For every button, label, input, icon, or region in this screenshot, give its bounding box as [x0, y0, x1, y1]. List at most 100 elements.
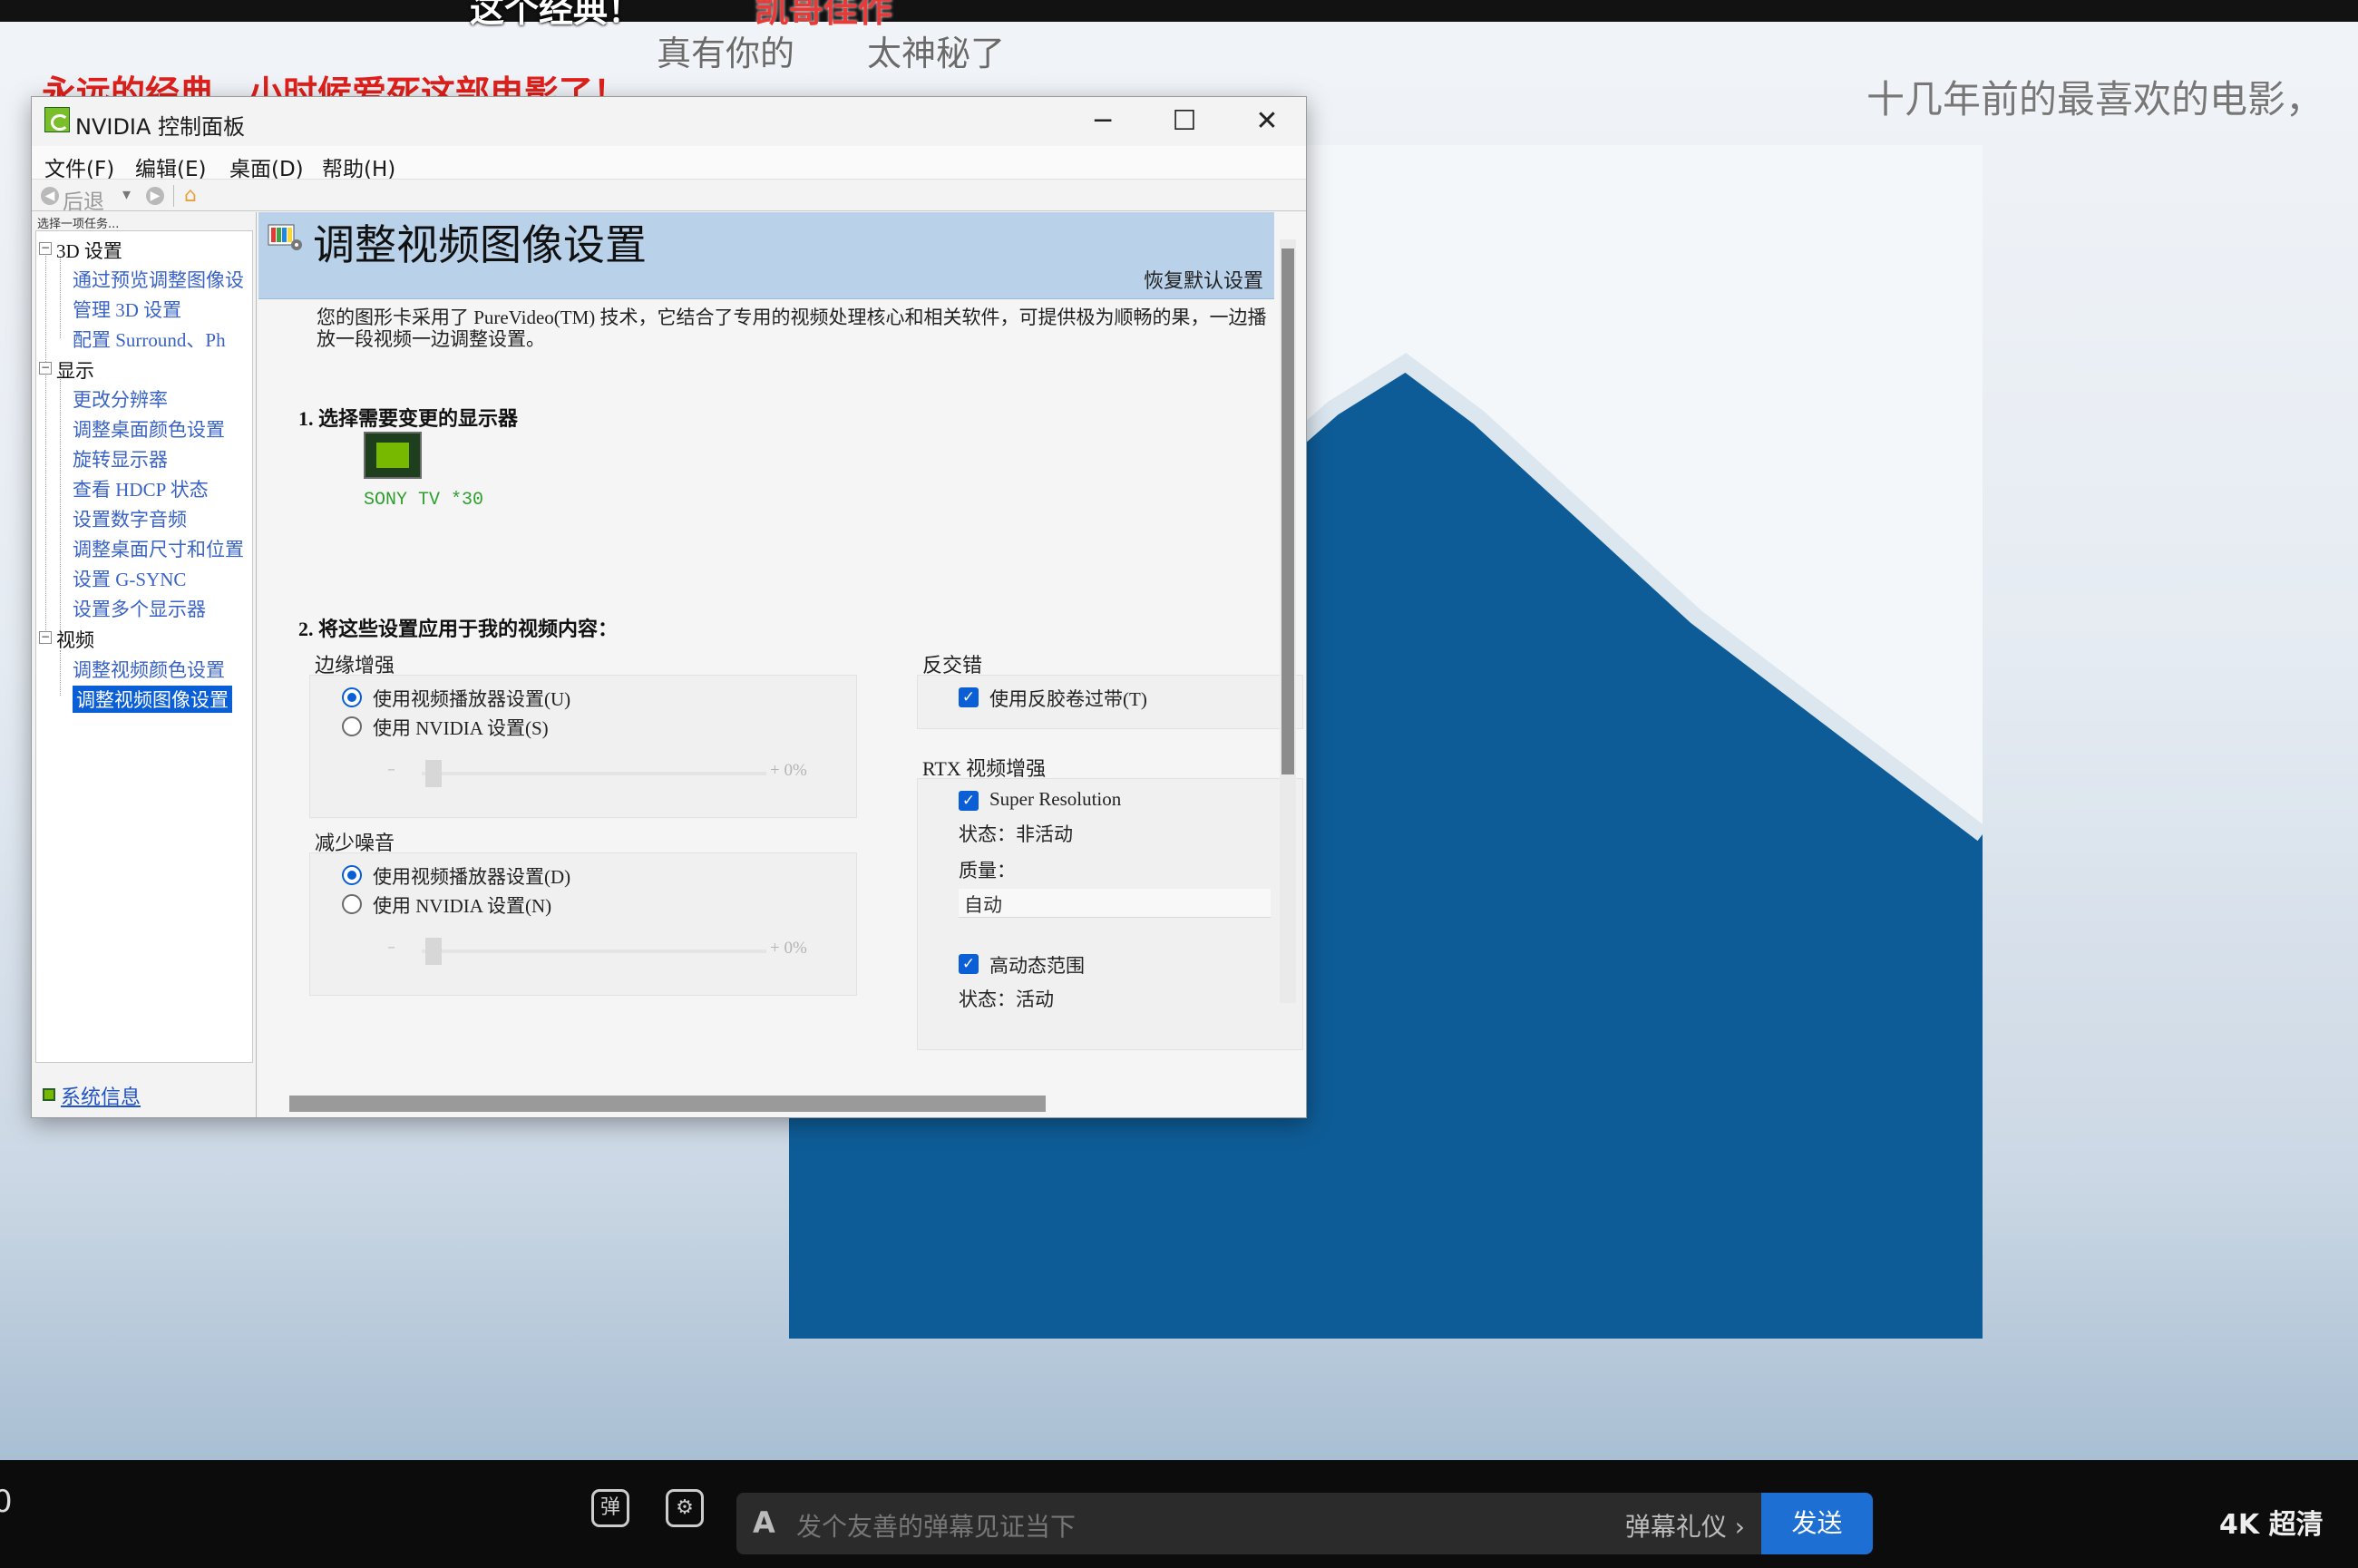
section-select-display: 1. 选择需要变更的显示器: [298, 407, 519, 430]
send-button[interactable]: 发送: [1761, 1493, 1873, 1554]
tree-category-video[interactable]: 视频: [56, 626, 94, 653]
tree-category-3d[interactable]: 3D 设置: [56, 237, 122, 264]
super-resolution-checkbox[interactable]: ✓: [959, 791, 979, 811]
noise-nvidia-radio[interactable]: [342, 894, 362, 914]
edge-player-radio[interactable]: [342, 687, 362, 707]
menu-edit[interactable]: 编辑(E): [135, 151, 206, 182]
display-monitor-icon[interactable]: [364, 432, 422, 479]
menu-help[interactable]: 帮助(H): [322, 151, 395, 182]
noise-player-radio[interactable]: [342, 865, 362, 885]
tree-connector: [60, 376, 61, 639]
video-settings-icon: [268, 224, 302, 250]
page-title: 调整视频图像设置: [313, 222, 647, 268]
noise-slider-thumb[interactable]: [425, 938, 442, 965]
tree-connector: [60, 257, 61, 338]
inverse-telecine-checkbox[interactable]: ✓: [959, 687, 979, 707]
inverse-telecine-option[interactable]: 使用反胶卷过带(T): [989, 685, 1147, 712]
tree-item-multi-display[interactable]: 设置多个显示器: [73, 595, 206, 622]
noise-player-option[interactable]: 使用视频播放器设置(D): [373, 862, 570, 890]
tree-item-hdcp[interactable]: 查看 HDCP 状态: [73, 475, 209, 502]
danmaku-input-placeholder: 发个友善的弹幕见证当下: [796, 1512, 1077, 1542]
super-resolution-status: 状态：非活动: [959, 823, 1073, 845]
section-apply-settings: 2. 将这些设置应用于我的视频内容：: [298, 618, 619, 640]
horizontal-scroll-thumb[interactable]: [289, 1096, 1046, 1112]
tree-item-video-image[interactable]: 调整视频图像设置: [73, 686, 232, 713]
display-name-label[interactable]: SONY TV *30: [364, 490, 483, 511]
tree-item-desktop-size[interactable]: 调整桌面尺寸和位置: [73, 535, 244, 562]
danmaku-comment: 十几年前的最喜欢的电影，: [1866, 77, 2324, 122]
hdr-option[interactable]: 高动态范围: [989, 951, 1085, 979]
player-control-bar: 0 弹 ⚙ A 发个友善的弹幕见证当下 弹幕礼仪 › 发送 4K 超清: [0, 1460, 2358, 1568]
noise-slider-value: + 0%: [770, 939, 807, 958]
super-resolution-option[interactable]: Super Resolution: [989, 788, 1121, 811]
toolbar: ◀ 后退 ▾ ▶ ⌂: [32, 179, 1306, 214]
back-button[interactable]: 后退: [63, 184, 104, 215]
forward-arrow-icon[interactable]: ▶: [146, 187, 164, 205]
hdr-checkbox[interactable]: ✓: [959, 954, 979, 974]
quality-dropdown[interactable]: 自动: [959, 889, 1271, 918]
edge-nvidia-radio[interactable]: [342, 716, 362, 736]
minimize-button[interactable]: ─: [1063, 97, 1143, 146]
danmaku-comment: 真有你的: [657, 34, 795, 73]
window-title: NVIDIA 控制面板: [75, 114, 246, 140]
edge-slider-value: + 0%: [770, 761, 807, 780]
tree-category-display[interactable]: 显示: [56, 356, 94, 384]
tree-connector: [60, 650, 61, 696]
edge-player-option[interactable]: 使用视频播放器设置(U): [373, 685, 570, 712]
time-fragment: 0: [0, 1484, 13, 1520]
hdr-status: 状态：活动: [959, 989, 1054, 1010]
tree-item-resolution[interactable]: 更改分辨率: [73, 385, 168, 413]
tree-item-rotate[interactable]: 旋转显示器: [73, 445, 168, 472]
title-bar[interactable]: NVIDIA 控制面板 ─ ☐ ✕: [32, 97, 1306, 146]
quality-selector[interactable]: 4K 超清: [2219, 1502, 2324, 1542]
quality-label: 质量：: [959, 860, 1016, 881]
tree-item-desktop-color[interactable]: 调整桌面颜色设置: [73, 415, 225, 443]
page-header: 调整视频图像设置 恢复默认设置: [258, 212, 1274, 299]
edge-slider-track[interactable]: [422, 772, 766, 775]
noise-nvidia-option[interactable]: 使用 NVIDIA 设置(N): [373, 891, 551, 919]
menu-file[interactable]: 文件(F): [44, 151, 114, 182]
tree-item-manage-3d[interactable]: 管理 3D 设置: [73, 296, 181, 323]
task-pane-label: 选择一项任务...: [37, 218, 120, 231]
system-info-link[interactable]: 系统信息: [61, 1081, 141, 1110]
tree-item-gsync[interactable]: 设置 G-SYNC: [73, 565, 186, 592]
top-letterbox: [0, 0, 2358, 22]
edge-slider-min: –: [387, 760, 395, 779]
collapse-display-icon[interactable]: −: [39, 362, 52, 375]
task-navigation-pane: 选择一项任务... − 3D 设置 通过预览调整图像设 管理 3D 设置 配置 …: [32, 212, 257, 1117]
content-pane: 调整视频图像设置 恢复默认设置 您的图形卡采用了 PureVideo(TM) 技…: [258, 212, 1306, 1117]
task-tree: − 3D 设置 通过预览调整图像设 管理 3D 设置 配置 Surround、P…: [35, 230, 253, 1063]
tree-item-video-color[interactable]: 调整视频颜色设置: [73, 656, 225, 683]
noise-slider-track[interactable]: [422, 950, 766, 953]
nvidia-control-panel-window: NVIDIA 控制面板 ─ ☐ ✕ 文件(F) 编辑(E) 桌面(D) 帮助(H…: [31, 96, 1307, 1118]
close-button[interactable]: ✕: [1227, 97, 1306, 146]
nvidia-logo-icon: [44, 107, 70, 132]
danmaku-toggle-icon[interactable]: 弹: [591, 1489, 629, 1527]
collapse-3d-icon[interactable]: −: [39, 242, 52, 255]
tree-item-digital-audio[interactable]: 设置数字音频: [73, 505, 187, 532]
collapse-video-icon[interactable]: −: [39, 631, 52, 644]
danmaku-input[interactable]: A 发个友善的弹幕见证当下 弹幕礼仪 ›: [736, 1493, 1761, 1554]
back-history-dropdown[interactable]: ▾: [122, 185, 131, 204]
back-arrow-icon[interactable]: ◀: [41, 187, 59, 205]
restore-defaults-link[interactable]: 恢复默认设置: [1144, 265, 1263, 294]
page-description: 您的图形卡采用了 PureVideo(TM) 技术，它结合了专用的视频处理核心和…: [317, 307, 1267, 350]
danmaku-settings-icon[interactable]: ⚙: [666, 1489, 704, 1527]
edge-nvidia-option[interactable]: 使用 NVIDIA 设置(S): [373, 714, 549, 741]
text-style-icon[interactable]: A: [753, 1505, 775, 1540]
danmaku-comment: 太神秘了: [867, 34, 1006, 73]
tree-connector: [45, 251, 46, 632]
menu-bar: 文件(F) 编辑(E) 桌面(D) 帮助(H): [32, 146, 1306, 182]
home-icon[interactable]: ⌂: [184, 184, 197, 207]
tree-item-surround[interactable]: 配置 Surround、Ph: [73, 326, 226, 353]
menu-desktop[interactable]: 桌面(D): [229, 151, 304, 182]
tree-item-preview-image[interactable]: 通过预览调整图像设: [73, 266, 244, 293]
vertical-scroll-thumb[interactable]: [1281, 248, 1294, 774]
toolbar-divider: [173, 185, 174, 207]
danmaku-comment: 这个经典！: [470, 0, 643, 30]
edge-slider-thumb[interactable]: [425, 760, 442, 787]
maximize-button[interactable]: ☐: [1145, 97, 1224, 146]
system-info-icon: [43, 1088, 55, 1101]
noise-slider-min: –: [387, 938, 395, 957]
danmaku-etiquette-link[interactable]: 弹幕礼仪 ›: [1625, 1507, 1745, 1544]
